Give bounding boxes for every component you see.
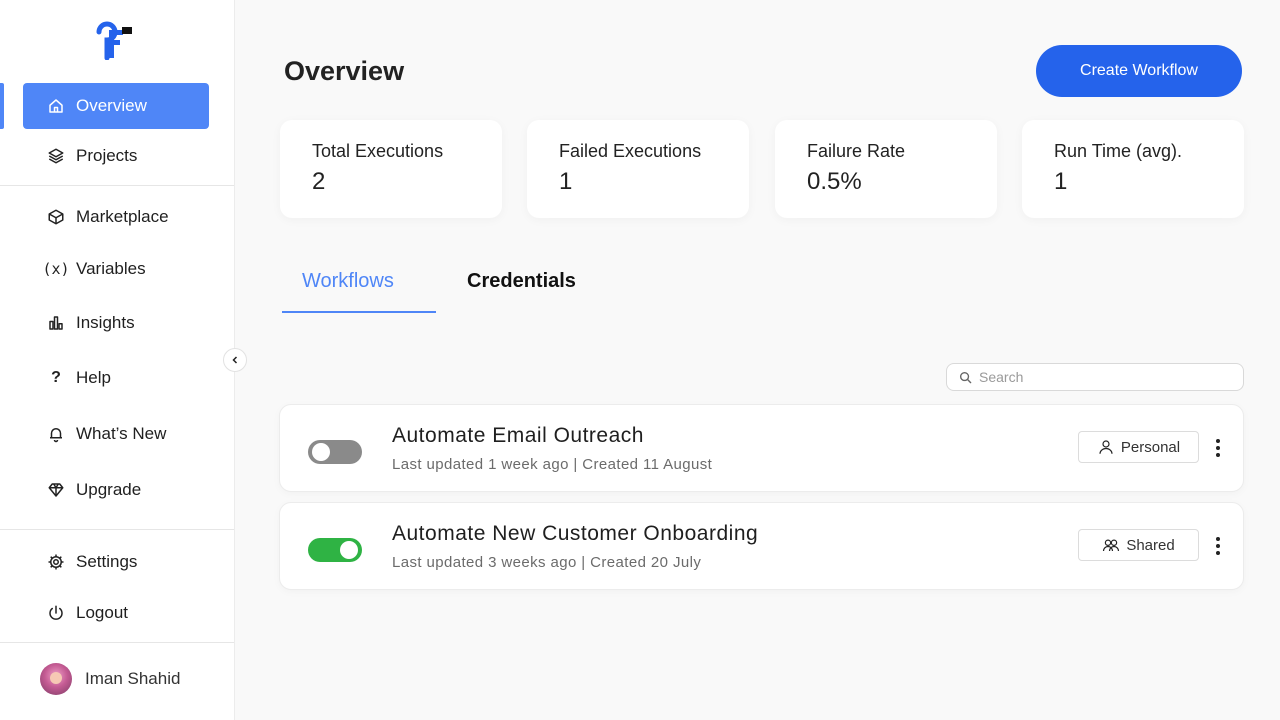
users-icon: [1103, 539, 1120, 552]
sidebar-item-marketplace[interactable]: Marketplace: [23, 194, 209, 240]
stat-card-failed-executions: Failed Executions 1: [527, 120, 749, 218]
home-icon: [47, 97, 65, 115]
sidebar-item-label: Variables: [76, 259, 146, 278]
toggle-knob: [312, 443, 330, 461]
sidebar-item-label: Upgrade: [76, 480, 142, 499]
avatar: [40, 663, 72, 695]
sidebar-item-help[interactable]: ? Help: [23, 355, 209, 401]
stat-label: Total Executions: [312, 141, 444, 161]
sidebar-item-logout[interactable]: Logout: [23, 590, 209, 636]
tab-workflows[interactable]: Workflows: [302, 270, 394, 293]
sidebar-item-label: Projects: [76, 146, 138, 165]
workflow-card[interactable]: Automate New Customer Onboarding Last up…: [279, 502, 1244, 590]
workflow-meta: Last updated 1 week ago | Created 11 Aug…: [392, 456, 713, 473]
stat-card-failure-rate: Failure Rate 0.5%: [775, 120, 997, 218]
bell-icon: [47, 425, 65, 443]
sidebar-item-upgrade[interactable]: Upgrade: [23, 467, 209, 513]
stat-label: Failed Executions: [559, 141, 702, 161]
variables-icon: (x): [42, 260, 70, 278]
sidebar-divider: [0, 642, 234, 643]
sidebar-item-projects[interactable]: Projects: [23, 133, 209, 179]
sidebar-divider: [0, 185, 234, 186]
stat-value: 1: [1054, 168, 1068, 195]
active-tab-indicator: [282, 311, 436, 313]
box-icon: [47, 208, 65, 226]
workflow-toggle[interactable]: [308, 440, 362, 464]
power-icon: [47, 604, 65, 622]
question-icon: ?: [51, 369, 61, 386]
stat-value: 0.5%: [807, 168, 862, 195]
sidebar-divider: [0, 529, 234, 530]
visibility-badge[interactable]: Shared: [1078, 529, 1199, 561]
stat-label: Run Time (avg).: [1054, 141, 1183, 161]
sidebar-item-variables[interactable]: (x) Variables: [23, 246, 209, 292]
sidebar-item-label: Insights: [76, 313, 135, 332]
sidebar: Overview Projects Marketplace (x) Variab…: [0, 0, 235, 720]
more-options-button[interactable]: [1208, 533, 1228, 559]
active-nav-marker: [0, 83, 4, 129]
workflow-meta: Last updated 3 weeks ago | Created 20 Ju…: [392, 554, 702, 571]
stat-value: 2: [312, 168, 326, 195]
bar-chart-icon: [47, 314, 65, 332]
search-input[interactable]: [979, 369, 1243, 385]
app: Overview Projects Marketplace (x) Variab…: [0, 0, 1280, 720]
page-title: Overview: [284, 56, 405, 86]
sidebar-item-whats-new[interactable]: What’s New: [23, 411, 209, 457]
diamond-icon: [47, 481, 65, 499]
sidebar-item-label: Logout: [76, 603, 128, 622]
sidebar-item-label: Marketplace: [76, 207, 169, 226]
user-profile[interactable]: Iman Shahid: [40, 663, 180, 695]
user-name: Iman Shahid: [85, 669, 181, 688]
search-box: [946, 363, 1244, 391]
user-icon: [1099, 440, 1113, 454]
badge-label: Personal: [1120, 438, 1181, 456]
gear-icon: [47, 553, 65, 571]
stat-card-run-time: Run Time (avg). 1: [1022, 120, 1244, 218]
badge-label: Shared: [1126, 536, 1175, 554]
workflow-toggle[interactable]: [308, 538, 362, 562]
workflow-title[interactable]: Automate Email Outreach: [392, 424, 644, 448]
toggle-knob: [340, 541, 358, 559]
stat-label: Failure Rate: [807, 141, 906, 161]
search-icon: [959, 371, 972, 383]
create-workflow-button[interactable]: Create Workflow: [1036, 45, 1242, 97]
tab-credentials[interactable]: Credentials: [467, 270, 576, 293]
more-options-button[interactable]: [1208, 435, 1228, 461]
stat-value: 1: [559, 168, 573, 195]
sidebar-item-settings[interactable]: Settings: [23, 539, 209, 585]
chevron-left-icon: [232, 356, 238, 364]
workflow-card[interactable]: Automate Email Outreach Last updated 1 w…: [279, 404, 1244, 492]
workflow-title[interactable]: Automate New Customer Onboarding: [392, 522, 758, 546]
sidebar-item-label: What’s New: [76, 424, 167, 443]
sidebar-item-label: Help: [76, 368, 111, 387]
sidebar-item-label: Overview: [76, 96, 147, 115]
sidebar-item-overview[interactable]: Overview: [23, 83, 209, 129]
app-logo[interactable]: [96, 20, 136, 61]
stat-card-total-executions: Total Executions 2: [280, 120, 502, 218]
sidebar-item-label: Settings: [76, 552, 138, 571]
layers-icon: [47, 147, 65, 165]
sidebar-item-insights[interactable]: Insights: [23, 300, 209, 346]
visibility-badge[interactable]: Personal: [1078, 431, 1199, 463]
collapse-sidebar-button[interactable]: [223, 348, 247, 372]
